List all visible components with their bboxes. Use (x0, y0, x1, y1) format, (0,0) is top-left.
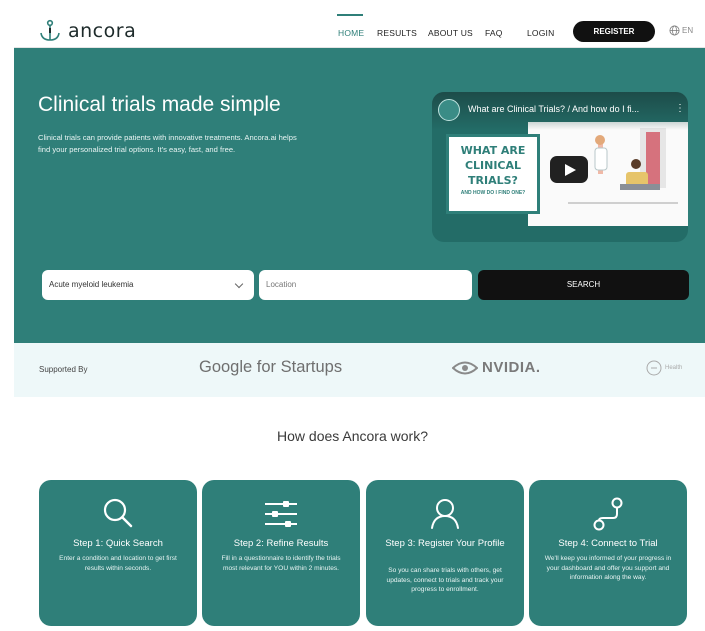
step-card-4[interactable]: Step 4: Connect to Trial We'll keep you … (529, 480, 687, 626)
language-label: EN (682, 26, 694, 35)
step-title: Step 1: Quick Search (73, 538, 163, 549)
nvidia-text: NVIDIA. (482, 359, 541, 376)
google-for-startups-logo: Google for Startups (199, 358, 343, 376)
card-line-3: TRIALS? (468, 174, 518, 187)
health-logo: Health (646, 360, 682, 376)
play-icon[interactable] (550, 156, 588, 183)
step-description: So you can share trials with others, get… (386, 567, 504, 593)
intro-video[interactable]: WHAT ARE CLINICAL TRIALS? AND HOW DO I F… (432, 92, 688, 242)
globe-icon (669, 25, 680, 36)
card-subline: AND HOW DO I FIND ONE? (460, 190, 526, 196)
search-button[interactable]: SEARCH (478, 270, 689, 300)
step-description: Fill in a questionnaire to identify the … (221, 555, 341, 572)
condition-value: Acute myeloid leukemia (49, 280, 134, 289)
nav-login[interactable]: LOGIN (527, 28, 554, 38)
condition-select[interactable]: Acute myeloid leukemia (42, 270, 254, 300)
active-tab-indicator (337, 14, 363, 16)
sliders-icon (265, 501, 297, 527)
step-title: Step 2: Refine Results (233, 538, 329, 549)
nvidia-logo: NVIDIA. (452, 359, 541, 376)
step-description: We'll keep you informed of your progress… (544, 555, 672, 581)
video-title[interactable]: What are Clinical Trials? / And how do I… (468, 104, 639, 114)
language-selector[interactable]: EN (669, 25, 693, 36)
more-icon[interactable]: ⋮ (675, 103, 685, 114)
step-card-3[interactable]: Step 3: Register Your Profile So you can… (366, 480, 524, 626)
nav-home[interactable]: HOME (338, 28, 364, 38)
video-title-card: WHAT ARE CLINICAL TRIALS? AND HOW DO I F… (446, 134, 540, 214)
card-line-2: CLINICAL (464, 159, 522, 172)
step-description: Enter a condition and location to get fi… (59, 555, 177, 572)
step-card-2[interactable]: Step 2: Refine Results Fill in a questio… (202, 480, 360, 626)
anchor-icon (40, 19, 60, 41)
nvidia-eye-icon (452, 361, 478, 374)
supported-label: Supported By (39, 365, 88, 374)
health-text: Health (665, 365, 683, 371)
step-card-1[interactable]: Step 1: Quick Search Enter a condition a… (39, 480, 197, 626)
supported-by-strip: Supported By Google for Startups NVIDIA.… (14, 343, 705, 397)
ancora-logo[interactable]: ancora (38, 19, 136, 43)
hero-description: Clinical trials can provide patients wit… (38, 133, 297, 154)
how-it-works-title: How does Ancora work? (277, 428, 428, 444)
magnifier-icon (103, 498, 133, 528)
nav-about-us[interactable]: ABOUT US (428, 28, 473, 38)
user-icon (431, 499, 459, 529)
top-nav: ancora HOME RESULTS ABOUT US FAQ LOGIN R… (14, 14, 705, 48)
connect-icon (593, 497, 623, 531)
hero-title: Clinical trials made simple (38, 93, 281, 116)
location-input[interactable] (259, 270, 472, 300)
step-title: Step 3: Register Your Profile (385, 538, 505, 549)
logo-text: ancora (68, 20, 137, 42)
health-badge-icon (646, 360, 662, 376)
nav-results[interactable]: RESULTS (377, 28, 417, 38)
card-line-1: WHAT ARE (460, 144, 526, 157)
nav-faq[interactable]: FAQ (485, 28, 503, 38)
hero-section: Clinical trials made simple Clinical tri… (14, 48, 705, 343)
register-button[interactable]: REGISTER (573, 21, 655, 42)
step-title: Step 4: Connect to Trial (558, 538, 658, 549)
channel-avatar[interactable] (438, 99, 460, 121)
chevron-down-icon (234, 279, 244, 289)
